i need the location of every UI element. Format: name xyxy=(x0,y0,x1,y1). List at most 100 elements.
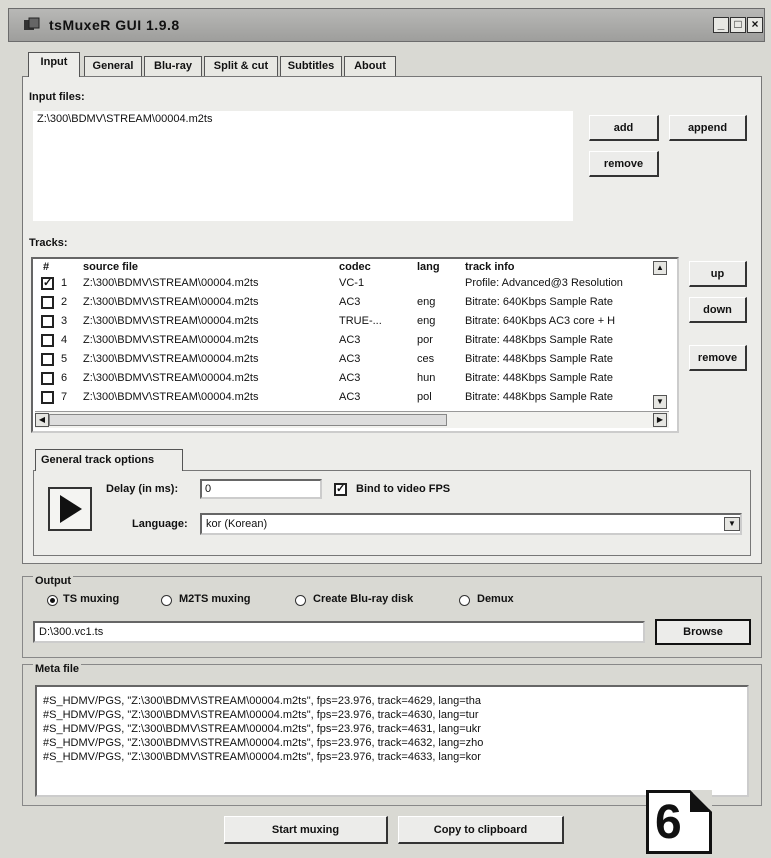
track-number-cell: 2 xyxy=(61,296,68,308)
col-header-source[interactable]: source file xyxy=(83,261,138,275)
track-codec-cell: AC3 xyxy=(339,372,361,384)
maximize-button[interactable]: □ xyxy=(730,17,746,33)
meta-line: #S_HDMV/PGS, "Z:\300\BDMV\STREAM\00004.m… xyxy=(43,723,481,735)
window-title: tsMuxeR GUI 1.9.8 xyxy=(49,17,180,33)
language-select[interactable]: kor (Korean) ▼ xyxy=(200,513,742,535)
delay-label: Delay (in ms): xyxy=(106,483,179,495)
tab-subtitles[interactable]: Subtitles xyxy=(280,56,342,76)
track-codec-cell: AC3 xyxy=(339,353,361,365)
track-info-cell: Bitrate: 640Kbps Sample Rate xyxy=(465,296,613,308)
track-source-cell: Z:\300\BDMV\STREAM\00004.m2ts xyxy=(83,391,259,403)
track-number-cell: 5 xyxy=(61,353,68,365)
title-bar: tsMuxeR GUI 1.9.8 _ □ × xyxy=(8,8,765,42)
track-source-cell: Z:\300\BDMV\STREAM\00004.m2ts xyxy=(83,334,259,346)
scroll-right-arrow[interactable]: ▶ xyxy=(653,413,667,427)
tab-bluray[interactable]: Blu-ray xyxy=(144,56,202,76)
col-header-codec[interactable]: codec xyxy=(339,261,371,275)
radio-create-bluray[interactable] xyxy=(295,595,306,606)
minimize-button[interactable]: _ xyxy=(713,17,729,33)
track-enable-checkbox[interactable] xyxy=(41,315,54,328)
track-source-cell: Z:\300\BDMV\STREAM\00004.m2ts xyxy=(83,315,259,327)
table-row[interactable]: ✓ 1 Z:\300\BDMV\STREAM\00004.m2ts VC-1 Profi… xyxy=(33,275,663,293)
language-label: Language: xyxy=(132,518,188,530)
track-codec-cell: AC3 xyxy=(339,296,361,308)
track-lang-cell: eng xyxy=(417,296,436,308)
track-codec-cell: TRUE-... xyxy=(339,315,382,327)
track-enable-checkbox[interactable] xyxy=(41,334,54,347)
track-options-panel: Delay (in ms): 0 ✓ Bind to video FPS Lan… xyxy=(33,470,751,556)
meta-line: #S_HDMV/PGS, "Z:\300\BDMV\STREAM\00004.m… xyxy=(43,709,479,721)
add-button[interactable]: add xyxy=(589,115,659,141)
track-enable-checkbox[interactable] xyxy=(41,372,54,385)
track-enable-checkbox[interactable]: ✓ xyxy=(41,277,54,290)
tab-input[interactable]: Input xyxy=(28,52,80,77)
track-lang-cell: ces xyxy=(417,353,435,365)
radio-m2ts-muxing[interactable] xyxy=(161,595,172,606)
track-codec-cell: VC-1 xyxy=(339,277,365,289)
track-up-button[interactable]: up xyxy=(689,261,747,287)
input-files-list[interactable]: Z:\300\BDMV\STREAM\00004.m2ts xyxy=(31,109,575,223)
horizontal-scrollbar[interactable]: ◀ ▶ xyxy=(35,411,669,428)
append-button[interactable]: append xyxy=(669,115,747,141)
bind-fps-checkbox[interactable]: ✓ xyxy=(334,483,347,496)
folded-corner-icon xyxy=(690,790,712,812)
scroll-down-arrow[interactable]: ▼ xyxy=(653,395,667,409)
table-row[interactable]: 7 Z:\300\BDMV\STREAM\00004.m2ts AC3 pol Bitr… xyxy=(33,389,663,407)
table-row[interactable]: 6 Z:\300\BDMV\STREAM\00004.m2ts AC3 hun Bitr… xyxy=(33,370,663,388)
play-icon xyxy=(60,495,82,523)
table-row[interactable]: 4 Z:\300\BDMV\STREAM\00004.m2ts AC3 por Bitr… xyxy=(33,332,663,350)
scroll-left-arrow[interactable]: ◀ xyxy=(35,413,49,427)
table-row[interactable]: 3 Z:\300\BDMV\STREAM\00004.m2ts TRUE-... en… xyxy=(33,313,663,331)
input-files-label: Input files: xyxy=(29,91,85,103)
scroll-up-arrow[interactable]: ▲ xyxy=(653,261,667,275)
track-enable-checkbox[interactable] xyxy=(41,391,54,404)
track-number-cell: 7 xyxy=(61,391,68,403)
track-down-button[interactable]: down xyxy=(689,297,747,323)
col-header-num[interactable]: # xyxy=(43,261,49,275)
tracks-label: Tracks: xyxy=(29,237,68,249)
create-bluray-label: Create Blu-ray disk xyxy=(313,593,414,605)
chevron-down-icon[interactable]: ▼ xyxy=(724,517,740,531)
start-muxing-button[interactable]: Start muxing xyxy=(224,816,388,844)
tab-about[interactable]: About xyxy=(344,56,396,76)
tracks-table[interactable]: # source file codec lang track info ✓ 1 Z:… xyxy=(31,257,679,433)
play-button[interactable] xyxy=(48,487,92,531)
output-label: Output xyxy=(33,575,74,587)
input-file-item[interactable]: Z:\300\BDMV\STREAM\00004.m2ts xyxy=(37,113,212,125)
track-source-cell: Z:\300\BDMV\STREAM\00004.m2ts xyxy=(83,372,259,384)
track-lang-cell: pol xyxy=(417,391,432,403)
radio-ts-muxing[interactable] xyxy=(47,595,58,606)
meta-line: #S_HDMV/PGS, "Z:\300\BDMV\STREAM\00004.m… xyxy=(43,695,481,707)
remove-track-button[interactable]: remove xyxy=(689,345,747,371)
output-path-input[interactable]: D:\300.vc1.ts xyxy=(33,621,645,643)
radio-demux[interactable] xyxy=(459,595,470,606)
badge-number: 6 xyxy=(655,796,682,849)
track-source-cell: Z:\300\BDMV\STREAM\00004.m2ts xyxy=(83,277,259,289)
remove-file-button[interactable]: remove xyxy=(589,151,659,177)
close-button[interactable]: × xyxy=(747,17,763,33)
page-badge: 6 xyxy=(646,790,712,854)
track-info-cell: Bitrate: 640Kbps AC3 core + H xyxy=(465,315,616,327)
track-number-cell: 4 xyxy=(61,334,68,346)
track-info-cell: Profile: Advanced@3 Resolution xyxy=(465,277,623,289)
m2ts-muxing-label: M2TS muxing xyxy=(179,593,251,605)
browse-button[interactable]: Browse xyxy=(655,619,751,645)
copy-to-clipboard-button[interactable]: Copy to clipboard xyxy=(398,816,564,844)
tab-general[interactable]: General xyxy=(84,56,142,76)
tab-split-cut[interactable]: Split & cut xyxy=(204,56,278,76)
tab-general-track-options[interactable]: General track options xyxy=(35,449,183,471)
track-codec-cell: AC3 xyxy=(339,391,361,403)
delay-input[interactable]: 0 xyxy=(200,479,322,499)
track-enable-checkbox[interactable] xyxy=(41,296,54,309)
meta-file-textarea[interactable]: #S_HDMV/PGS, "Z:\300\BDMV\STREAM\00004.m… xyxy=(35,685,749,797)
track-enable-checkbox[interactable] xyxy=(41,353,54,366)
col-header-lang[interactable]: lang xyxy=(417,261,440,275)
col-header-track-info[interactable]: track info xyxy=(465,261,515,275)
table-row[interactable]: 2 Z:\300\BDMV\STREAM\00004.m2ts AC3 eng Bitr… xyxy=(33,294,663,312)
track-lang-cell: eng xyxy=(417,315,436,327)
scroll-thumb[interactable] xyxy=(49,414,447,426)
track-codec-cell: AC3 xyxy=(339,334,361,346)
table-row[interactable]: 5 Z:\300\BDMV\STREAM\00004.m2ts AC3 ces Bitr… xyxy=(33,351,663,369)
output-group: Output TS muxing M2TS muxing Create Blu-… xyxy=(22,575,762,658)
meta-file-group: Meta file #S_HDMV/PGS, "Z:\300\BDMV\STRE… xyxy=(22,663,762,806)
